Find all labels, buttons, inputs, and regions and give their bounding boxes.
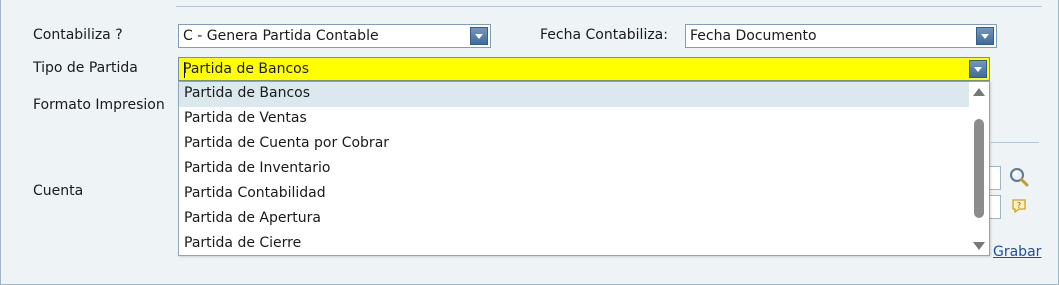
- scroll-up-arrow-icon[interactable]: [973, 88, 985, 96]
- cuenta-label: Cuenta: [33, 183, 84, 199]
- fecha-contabiliza-select[interactable]: Fecha Documento: [685, 24, 997, 48]
- fecha-dropdown-button[interactable]: [976, 27, 994, 45]
- fecha-contabiliza-label: Fecha Contabiliza:: [540, 27, 668, 43]
- dropdown-option[interactable]: Partida de Cuenta por Cobrar: [179, 132, 969, 157]
- contabiliza-label: Contabiliza ?: [33, 27, 123, 43]
- grabar-link[interactable]: Grabar: [993, 244, 1041, 260]
- dropdown-option[interactable]: Partida Contabilidad: [179, 182, 969, 207]
- contabiliza-select[interactable]: C - Genera Partida Contable: [178, 24, 491, 48]
- section-divider: [991, 142, 1039, 143]
- tipo-partida-select[interactable]: Partida de Bancos: [178, 57, 990, 81]
- tipo-dropdown-button[interactable]: [969, 60, 987, 78]
- dropdown-option[interactable]: Partida de Cierre: [179, 232, 969, 257]
- tipo-partida-dropdown-list: Partida de Bancos Partida de Ventas Partid…: [178, 81, 990, 256]
- contabiliza-dropdown-button[interactable]: [470, 27, 488, 45]
- fecha-contabiliza-value: Fecha Documento: [690, 28, 817, 44]
- dropdown-option[interactable]: Partida de Bancos: [179, 82, 969, 107]
- dropdown-option[interactable]: Partida de Apertura: [179, 207, 969, 232]
- scroll-down-arrow-icon[interactable]: [973, 242, 985, 250]
- note-icon[interactable]: ?: [1011, 198, 1027, 218]
- top-divider: [176, 6, 1042, 7]
- contabiliza-value: C - Genera Partida Contable: [183, 28, 379, 44]
- magnifier-icon[interactable]: [1008, 166, 1030, 192]
- formato-impresion-label: Formato Impresion: [33, 97, 165, 113]
- svg-text:?: ?: [1017, 201, 1021, 210]
- dropdown-option[interactable]: Partida de Inventario: [179, 157, 969, 182]
- form-panel: Contabiliza ? C - Genera Partida Contabl…: [0, 0, 1059, 285]
- dropdown-option[interactable]: Partida de Ventas: [179, 107, 969, 132]
- scroll-thumb[interactable]: [974, 119, 984, 218]
- tipo-partida-label: Tipo de Partida: [33, 60, 138, 76]
- tipo-partida-value: Partida de Bancos: [183, 61, 310, 77]
- dropdown-scrollbar[interactable]: [970, 83, 988, 254]
